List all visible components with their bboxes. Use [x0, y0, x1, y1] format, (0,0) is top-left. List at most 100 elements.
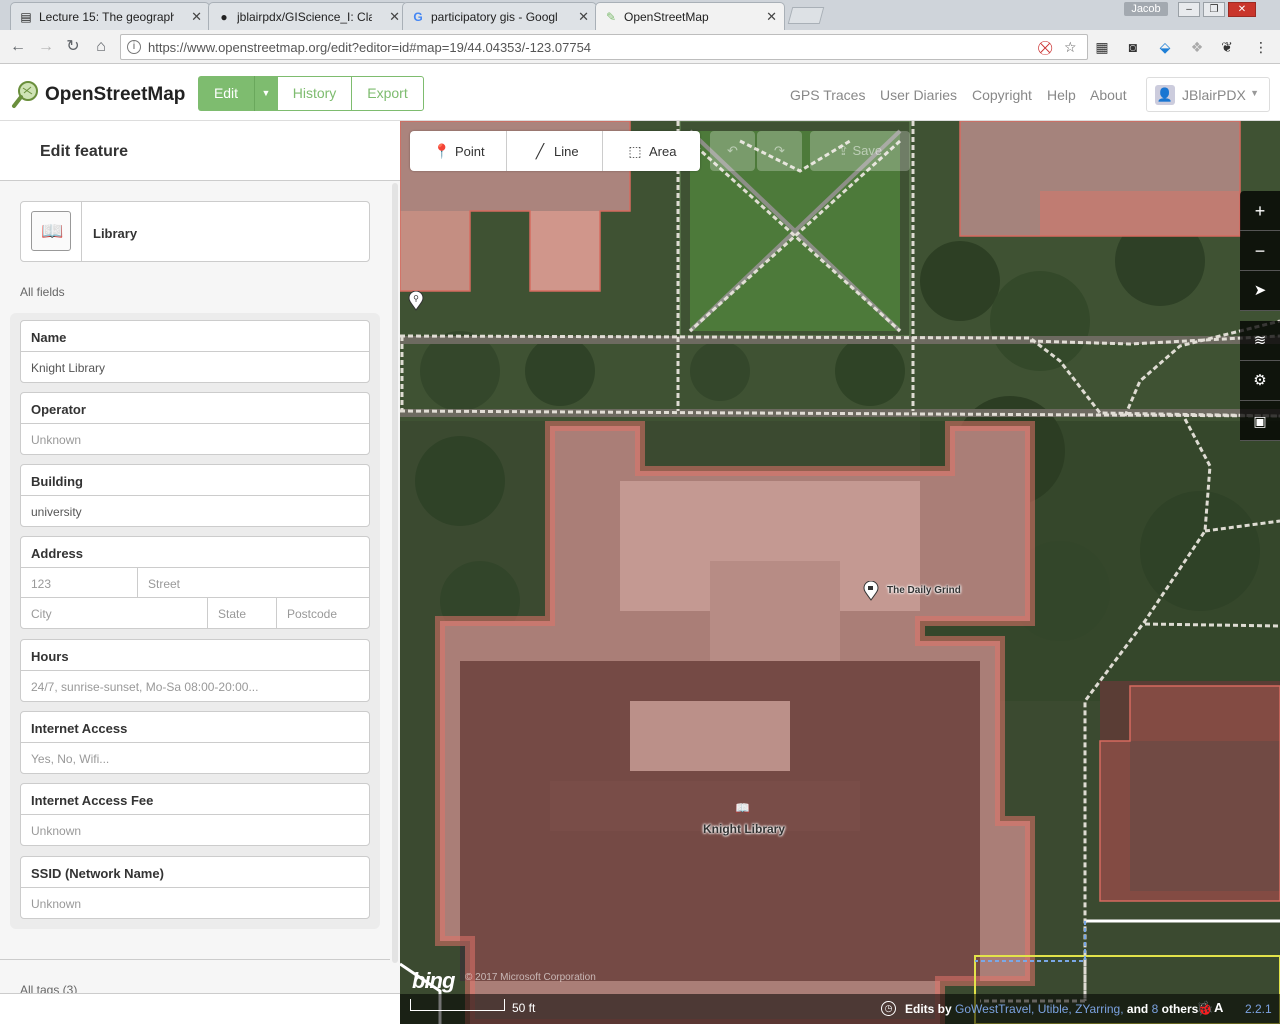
browser-tab-google[interactable]: G participatory gis - Googl ✕: [402, 2, 597, 30]
nav-user-diaries[interactable]: User Diaries: [880, 87, 957, 103]
extension-icon[interactable]: ❦: [1218, 38, 1236, 56]
nav-copyright[interactable]: Copyright: [972, 87, 1032, 103]
editor-link[interactable]: GoWestTravel,: [955, 1002, 1034, 1016]
tab-title: Lecture 15: The geograph: [39, 10, 174, 24]
home-icon[interactable]: ⌂: [92, 38, 110, 56]
pocket-icon[interactable]: ◙: [1124, 38, 1142, 56]
profile-badge[interactable]: Jacob: [1124, 2, 1168, 16]
document-icon: ▤: [20, 10, 32, 24]
minimize-icon[interactable]: –: [1178, 2, 1200, 17]
cafe-pin-icon[interactable]: [863, 581, 879, 601]
layers-icon[interactable]: ≋: [1240, 321, 1280, 361]
all-fields-toggle[interactable]: All fields: [20, 285, 65, 299]
window-close-icon[interactable]: ✕: [1228, 2, 1256, 17]
bicycle-parking-pin-icon[interactable]: ⚲: [408, 291, 424, 311]
scale-bar[interactable]: [410, 999, 505, 1011]
bug-report-icon[interactable]: 🐞: [1196, 1000, 1213, 1017]
translate-icon[interactable]: A: [1214, 1000, 1223, 1015]
site-info-icon[interactable]: i: [127, 40, 141, 54]
cafe-label[interactable]: The Daily Grind: [887, 585, 961, 596]
draw-modes: 📍 Point ╱ Line ⬚ Area: [410, 131, 700, 171]
close-tab-icon[interactable]: ✕: [578, 9, 589, 25]
browser-tab-github[interactable]: ● jblairpdx/GIScience_I: Cla ✕: [208, 2, 408, 30]
close-tab-icon[interactable]: ✕: [191, 9, 202, 25]
city-input[interactable]: City: [21, 598, 208, 628]
preset-icon-frame: 📖: [21, 202, 82, 261]
dropbox-icon[interactable]: ❖: [1188, 38, 1206, 56]
close-tab-icon[interactable]: ✕: [766, 9, 777, 25]
help-icon[interactable]: ▣: [1240, 401, 1280, 441]
bookmark-star-icon[interactable]: ☆: [1064, 39, 1077, 56]
field-internet-access: Internet Access Yes, No, Wifi...: [20, 711, 370, 774]
apps-grid-icon[interactable]: ▦: [1093, 38, 1111, 56]
google-icon: G: [413, 10, 423, 24]
add-line-button[interactable]: ╱ Line: [507, 131, 603, 171]
postcode-input[interactable]: Postcode: [277, 598, 369, 628]
export-button[interactable]: Export: [351, 76, 424, 111]
undo-button[interactable]: ↶: [710, 131, 755, 171]
reload-icon[interactable]: ↻: [64, 38, 82, 56]
osm-icon: ✎: [605, 10, 617, 24]
edit-dropdown-icon[interactable]: ▼: [254, 76, 277, 111]
redo-button[interactable]: ↷: [757, 131, 802, 171]
save-label: Save: [852, 143, 883, 158]
redo-icon: ↷: [774, 143, 785, 158]
state-input[interactable]: State: [208, 598, 277, 628]
close-tab-icon[interactable]: ✕: [389, 9, 400, 25]
browser-tab-osm[interactable]: ✎ OpenStreetMap ✕: [595, 2, 785, 30]
internet-access-input[interactable]: Yes, No, Wifi...: [21, 743, 369, 773]
history-icon[interactable]: ◷: [881, 1001, 896, 1016]
avatar-icon: 👤: [1155, 85, 1175, 105]
browser-tab-lecture[interactable]: ▤ Lecture 15: The geograph ✕: [10, 2, 210, 30]
others-link[interactable]: 8: [1152, 1002, 1159, 1016]
blocked-content-icon[interactable]: ⛒: [1038, 39, 1052, 56]
zoom-in-icon[interactable]: +: [1240, 191, 1280, 231]
editor-link[interactable]: ZYarring,: [1075, 1002, 1123, 1016]
osm-logo[interactable]: [10, 79, 40, 109]
preset-button[interactable]: 📖 Library: [20, 201, 370, 262]
sidebar-title: Edit feature: [40, 143, 129, 160]
field-building: Building university: [20, 464, 370, 527]
tab-title: participatory gis - Googl: [431, 10, 558, 24]
zoom-out-icon[interactable]: −: [1240, 231, 1280, 271]
save-button[interactable]: ⇪ Save: [810, 131, 910, 171]
map-data-icon[interactable]: ⚙: [1240, 361, 1280, 401]
building-input[interactable]: university: [21, 496, 369, 526]
street-input[interactable]: Street: [138, 568, 369, 598]
library-label[interactable]: Knight Library: [703, 822, 785, 836]
username: JBlairPDX: [1182, 87, 1246, 103]
maximize-icon[interactable]: ❐: [1203, 2, 1225, 17]
add-area-button[interactable]: ⬚ Area: [603, 131, 700, 171]
extension-lock-icon[interactable]: ⬙: [1156, 38, 1174, 56]
internet-fee-input[interactable]: Unknown: [21, 815, 369, 845]
name-input[interactable]: Knight Library: [21, 352, 369, 382]
hours-input[interactable]: 24/7, sunrise-sunset, Mo-Sa 08:00-20:00.…: [21, 671, 369, 701]
history-button[interactable]: History: [277, 76, 352, 111]
imagery-copyright: © 2017 Microsoft Corporation: [465, 972, 596, 983]
menu-icon[interactable]: ⋮: [1252, 38, 1270, 56]
add-point-button[interactable]: 📍 Point: [410, 131, 507, 171]
field-name: Name Knight Library: [20, 320, 370, 383]
divider: [0, 959, 390, 960]
housenumber-input[interactable]: 123: [21, 568, 138, 598]
edit-button[interactable]: Edit: [198, 76, 254, 111]
operator-input[interactable]: Unknown: [21, 424, 369, 454]
editor-link[interactable]: Utible,: [1038, 1002, 1072, 1016]
ssid-input[interactable]: Unknown: [21, 888, 369, 918]
field-label: Internet Access Fee: [21, 784, 369, 815]
address-bar[interactable]: i https://www.openstreetmap.org/edit?edi…: [120, 34, 1088, 60]
nav-gps-traces[interactable]: GPS Traces: [790, 87, 865, 103]
sidebar-footer: [0, 993, 400, 1024]
sidebar-scrollbar[interactable]: [392, 183, 398, 963]
version-link[interactable]: 2.2.1: [1245, 1002, 1272, 1016]
forward-icon[interactable]: →: [37, 38, 55, 56]
nav-help[interactable]: Help: [1047, 87, 1076, 103]
geolocate-icon[interactable]: ➤: [1240, 271, 1280, 311]
user-menu-button[interactable]: 👤 JBlairPDX ▼: [1146, 77, 1270, 112]
new-tab-button[interactable]: [787, 7, 825, 24]
back-icon[interactable]: ←: [9, 38, 27, 56]
site-title[interactable]: OpenStreetMap: [45, 84, 185, 106]
nav-about[interactable]: About: [1090, 87, 1127, 103]
map-canvas[interactable]: ⚲ The Daily Grind 📖 Knight Library 📍 Poin…: [400, 121, 1280, 1024]
field-address: Address 123 Street City State Postcode: [20, 536, 370, 629]
